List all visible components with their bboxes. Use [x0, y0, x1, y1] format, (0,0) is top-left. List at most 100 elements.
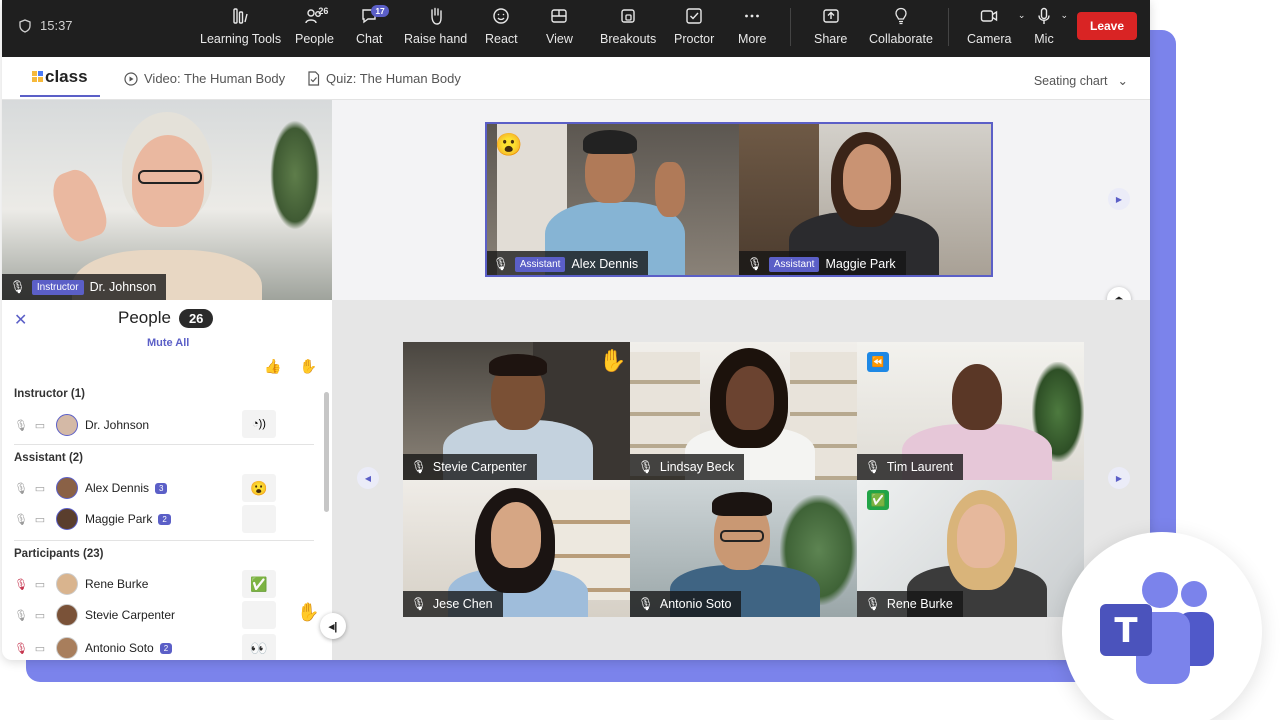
mute-all-button[interactable]: Mute All	[147, 337, 189, 349]
mic-label: Mic	[1034, 32, 1054, 46]
chat-count-badge: 3	[155, 482, 168, 494]
section-assistant: Assistant (2)	[14, 452, 84, 464]
plant-decoration	[270, 120, 320, 230]
quiz-doc-icon	[308, 71, 320, 86]
participant-name: Antonio Soto	[659, 597, 732, 611]
reaction-status	[242, 505, 276, 533]
video-tile[interactable]: ✅ 🎙 Rene Burke	[857, 480, 1084, 617]
mic-muted-icon: 🎙	[638, 596, 654, 611]
camera-icon[interactable]: ▭	[33, 482, 47, 495]
participant-name-tag: 🎙 Stevie Carpenter	[403, 454, 537, 480]
play-circle-icon	[124, 71, 138, 86]
avatar	[56, 477, 78, 499]
chat-unread-badge: 17	[371, 5, 389, 17]
mic-muted-icon: 🎙	[638, 459, 654, 474]
seating-chart-dropdown[interactable]: Seating chart ⌄	[1034, 73, 1128, 89]
mic-muted-icon[interactable]: 🎙	[14, 642, 28, 655]
reaction-status	[242, 601, 276, 629]
leave-button[interactable]: Leave	[1077, 12, 1137, 40]
tab-video[interactable]: Video: The Human Body	[124, 71, 285, 86]
people-scrollbar[interactable]	[324, 392, 329, 512]
collaborate-icon	[895, 7, 907, 25]
camera-label: Camera	[967, 32, 1012, 46]
chat-count-badge: 2	[158, 513, 171, 525]
chevron-down-icon[interactable]: ⌄	[1018, 10, 1026, 21]
share-icon	[822, 9, 839, 23]
people-panel-header: ✕ People 26	[2, 308, 332, 334]
video-tile[interactable]: ⏪ 🎙 Tim Laurent	[857, 342, 1084, 480]
mic-icon[interactable]: 🎙	[14, 419, 28, 432]
tab-quiz-label: Quiz: The Human Body	[326, 71, 461, 86]
learning-tools-button[interactable]: Learning Tools	[200, 6, 281, 46]
react-icon	[493, 8, 510, 24]
chevron-down-icon: ⌄	[1117, 74, 1128, 88]
mic-muted-icon: 🎙	[411, 596, 427, 611]
chevron-down-icon[interactable]: ⌄	[1060, 10, 1068, 21]
collaborate-button[interactable]: Collaborate	[869, 6, 933, 46]
mic-icon[interactable]: 🎙	[14, 513, 28, 526]
breakouts-button[interactable]: Breakouts	[600, 6, 656, 46]
play-left-icon: ◀	[364, 473, 372, 483]
camera-icon[interactable]: ▭	[33, 578, 47, 591]
chat-label: Chat	[356, 32, 383, 46]
prev-page-button[interactable]: ◀	[357, 467, 379, 489]
raise-hand-icon	[430, 7, 442, 25]
people-count-badge: 26	[178, 308, 214, 328]
mic-button[interactable]: ⌄ Mic	[1034, 6, 1068, 46]
mic-icon[interactable]: 🎙	[14, 482, 28, 495]
camera-icon[interactable]: ▭	[33, 419, 47, 432]
next-page-button[interactable]: ▶	[1108, 188, 1130, 210]
breakouts-label: Breakouts	[600, 32, 657, 46]
participant-name-tag: 🎙 Jese Chen	[403, 591, 503, 617]
mic-icon[interactable]: 🎙	[14, 609, 28, 622]
meeting-toolbar: 15:37 Learning Tools 26 People 17 Chat R…	[2, 0, 1150, 57]
assistant-group-outline	[485, 122, 993, 277]
people-button[interactable]: 26 People	[295, 6, 334, 46]
close-icon[interactable]: ✕	[14, 310, 27, 330]
thumbs-up-icon[interactable]: 👍	[264, 358, 281, 375]
lower-hands-icon[interactable]: ✋	[299, 358, 316, 375]
participant-name: Dr. Johnson	[85, 418, 150, 432]
participant-name: Maggie Park	[85, 512, 153, 526]
person-hair	[489, 354, 547, 376]
raised-hand-indicator: ✋	[297, 602, 320, 622]
video-tile[interactable]: ✋ 🎙 Stevie Carpenter	[403, 342, 630, 480]
svg-text:T: T	[1114, 611, 1138, 651]
chat-button[interactable]: 17 Chat	[356, 5, 389, 46]
view-button[interactable]: View	[546, 6, 573, 46]
teams-logo-badge: T	[1062, 532, 1262, 720]
share-button[interactable]: Share	[814, 6, 847, 46]
raised-hand-badge: ✋	[599, 348, 627, 373]
tab-class-home[interactable]: class	[20, 67, 100, 97]
more-button[interactable]: More	[738, 6, 766, 46]
video-tile[interactable]: 🎙 Lindsay Beck	[630, 342, 857, 480]
camera-icon[interactable]: ▭	[33, 642, 47, 655]
proctor-button[interactable]: Proctor	[674, 6, 714, 46]
react-button[interactable]: React	[485, 6, 518, 46]
video-tile[interactable]: 🎙 Jese Chen	[403, 480, 630, 617]
tab-quiz[interactable]: Quiz: The Human Body	[307, 71, 461, 86]
mic-muted-icon: 🎙	[411, 459, 427, 474]
people-panel-title: People 26	[118, 308, 214, 328]
people-title-text: People	[118, 308, 171, 327]
collaborate-label: Collaborate	[869, 32, 933, 46]
glasses	[138, 170, 202, 184]
meeting-timer: 15:37	[18, 18, 73, 33]
camera-icon[interactable]: ▭	[33, 609, 47, 622]
mic-muted-icon: 🎙	[865, 596, 881, 611]
video-tile[interactable]: 🎙 Antonio Soto	[630, 480, 857, 617]
divider	[14, 540, 314, 541]
section-instructor: Instructor (1)	[14, 388, 85, 400]
instructor-video-tile[interactable]: 🎙 Instructor Dr. Johnson	[2, 100, 332, 300]
view-label: View	[546, 32, 573, 46]
camera-icon[interactable]: ▭	[33, 513, 47, 526]
mic-muted-icon[interactable]: 🎙	[14, 578, 28, 591]
camera-button[interactable]: ⌄ Camera	[967, 6, 1025, 46]
class-logo-icon	[32, 71, 43, 82]
rewind-badge: ⏪	[867, 352, 889, 372]
person-face	[726, 366, 774, 430]
next-page-button[interactable]: ▶	[1108, 467, 1130, 489]
raise-hand-button[interactable]: Raise hand	[404, 6, 467, 46]
collapse-panel-button[interactable]: ◂|	[320, 613, 346, 639]
divider	[14, 444, 314, 445]
